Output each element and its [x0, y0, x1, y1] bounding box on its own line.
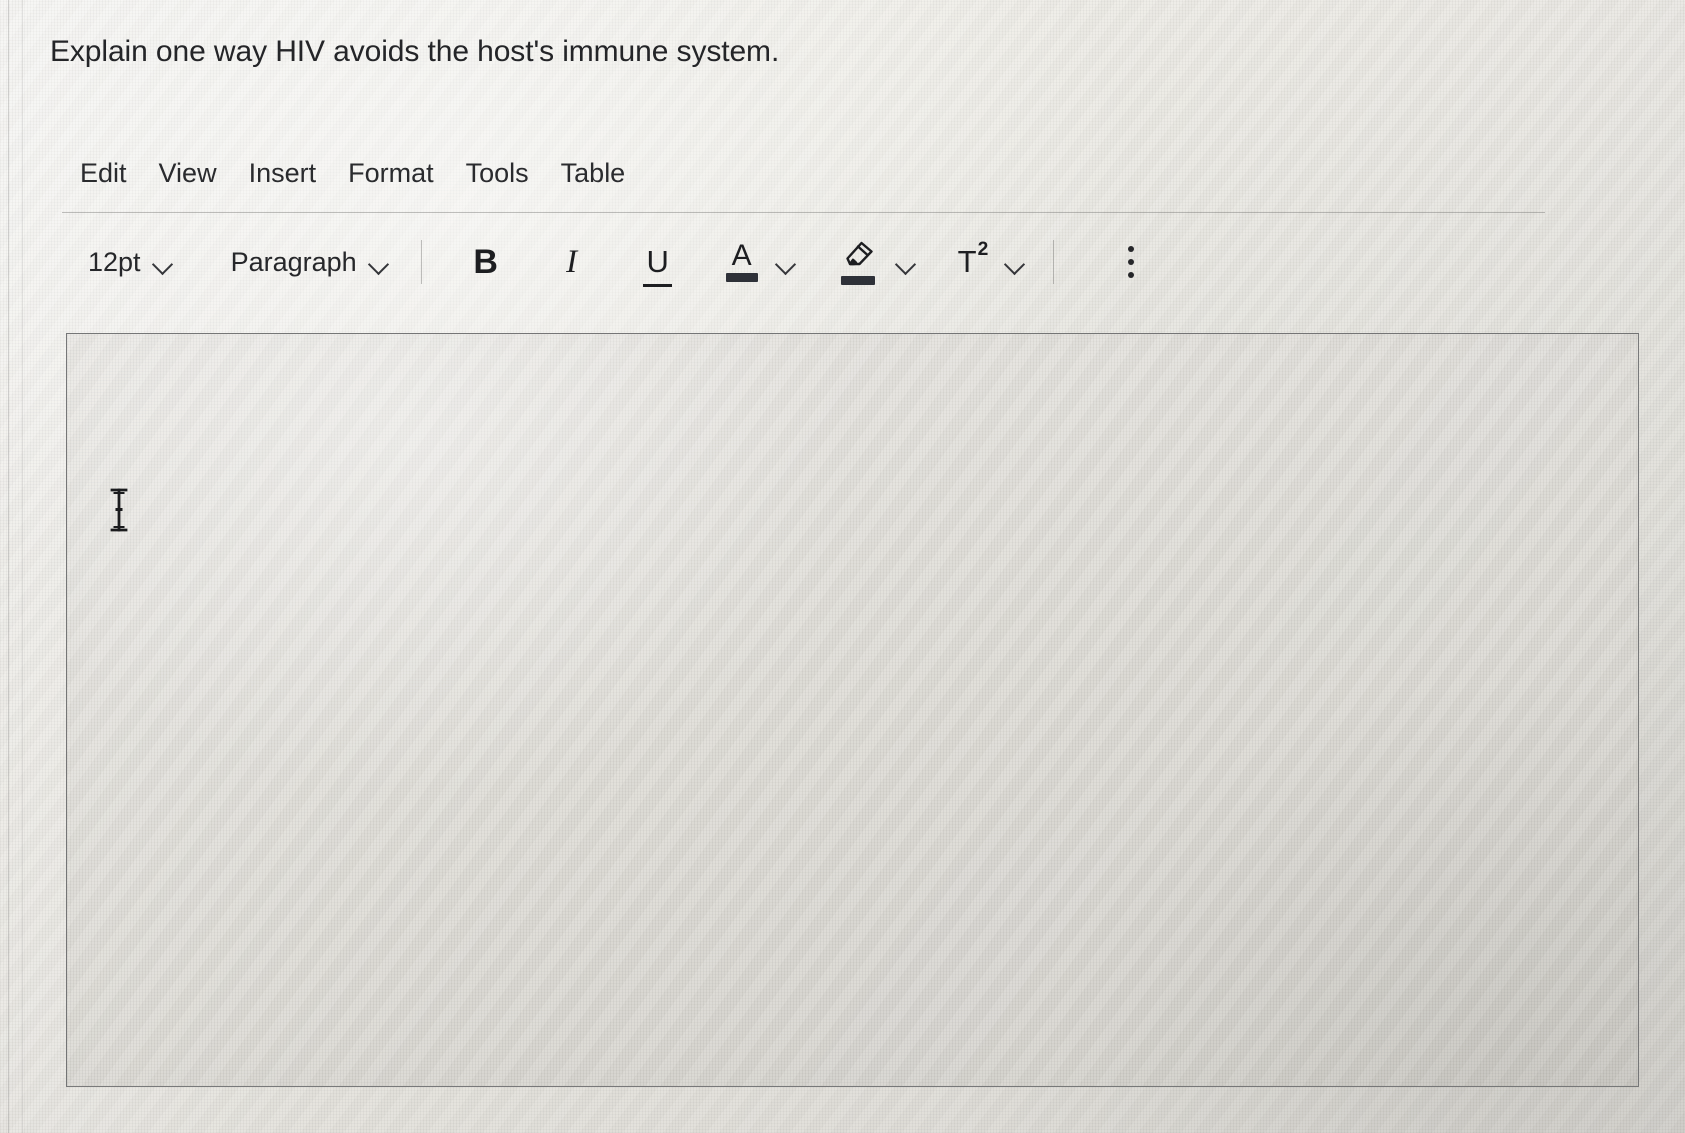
text-color-dropdown-button[interactable] [776, 257, 796, 268]
editor-toolbar: 12pt Paragraph B I U A T 2 [78, 232, 1146, 292]
editor-menubar: Edit View Insert Format Tools Table [76, 158, 641, 189]
highlight-color-button[interactable] [838, 239, 878, 285]
more-options-button[interactable] [1116, 239, 1146, 285]
editor-sheen [67, 334, 1638, 1086]
underline-icon: U [643, 244, 673, 287]
display-bezel-edge-inner [22, 0, 23, 1133]
menu-item-insert[interactable]: Insert [233, 158, 333, 189]
kebab-menu-icon [1128, 272, 1135, 278]
below-fold-controls [0, 1096, 1685, 1133]
highlight-color-swatch [840, 276, 875, 285]
superscript-dropdown-button[interactable] [1005, 257, 1025, 268]
highlighter-icon [845, 241, 873, 266]
kebab-menu-icon [1128, 246, 1135, 252]
text-color-icon: A [731, 238, 752, 272]
bold-button[interactable]: B [466, 236, 506, 288]
font-size-value: 12pt [88, 246, 141, 277]
menu-item-view[interactable]: View [143, 158, 233, 189]
editor-glare-stripes [67, 334, 1638, 1086]
chevron-down-icon [896, 257, 916, 268]
toolbar-divider [420, 240, 422, 284]
menu-item-edit[interactable]: Edit [76, 158, 143, 189]
block-format-value: Paragraph [230, 246, 357, 277]
superscript-button[interactable]: T2 [957, 240, 989, 280]
screenshot-root: Explain one way HIV avoids the host's im… [0, 0, 1685, 1133]
question-prompt: Explain one way HIV avoids the host's im… [50, 35, 780, 68]
editor-texture [67, 334, 1638, 1086]
menu-item-tools[interactable]: Tools [450, 158, 545, 189]
chevron-down-icon [1005, 257, 1025, 268]
superscript-icon: T [957, 244, 977, 279]
chevron-down-icon [369, 257, 389, 268]
chevron-down-icon [776, 257, 796, 268]
highlight-dropdown-button[interactable] [896, 257, 916, 268]
block-format-select[interactable]: Paragraph [221, 247, 399, 278]
kebab-menu-icon [1128, 259, 1135, 265]
superscript-exponent: 2 [977, 239, 989, 261]
italic-icon: I [566, 243, 578, 280]
underline-button[interactable]: U [638, 236, 678, 288]
menu-item-format[interactable]: Format [332, 158, 450, 189]
display-bezel-edge-outer [8, 0, 9, 1133]
bold-icon: B [473, 242, 498, 281]
menu-item-table[interactable]: Table [545, 158, 642, 189]
answer-text-area[interactable] [66, 333, 1639, 1087]
text-color-button[interactable]: A [725, 238, 758, 283]
font-size-select[interactable]: 12pt [78, 247, 183, 278]
chevron-down-icon [153, 257, 173, 268]
menubar-divider [62, 212, 1545, 213]
toolbar-divider [1053, 240, 1055, 284]
italic-button[interactable]: I [552, 236, 592, 288]
text-color-swatch [725, 273, 758, 283]
